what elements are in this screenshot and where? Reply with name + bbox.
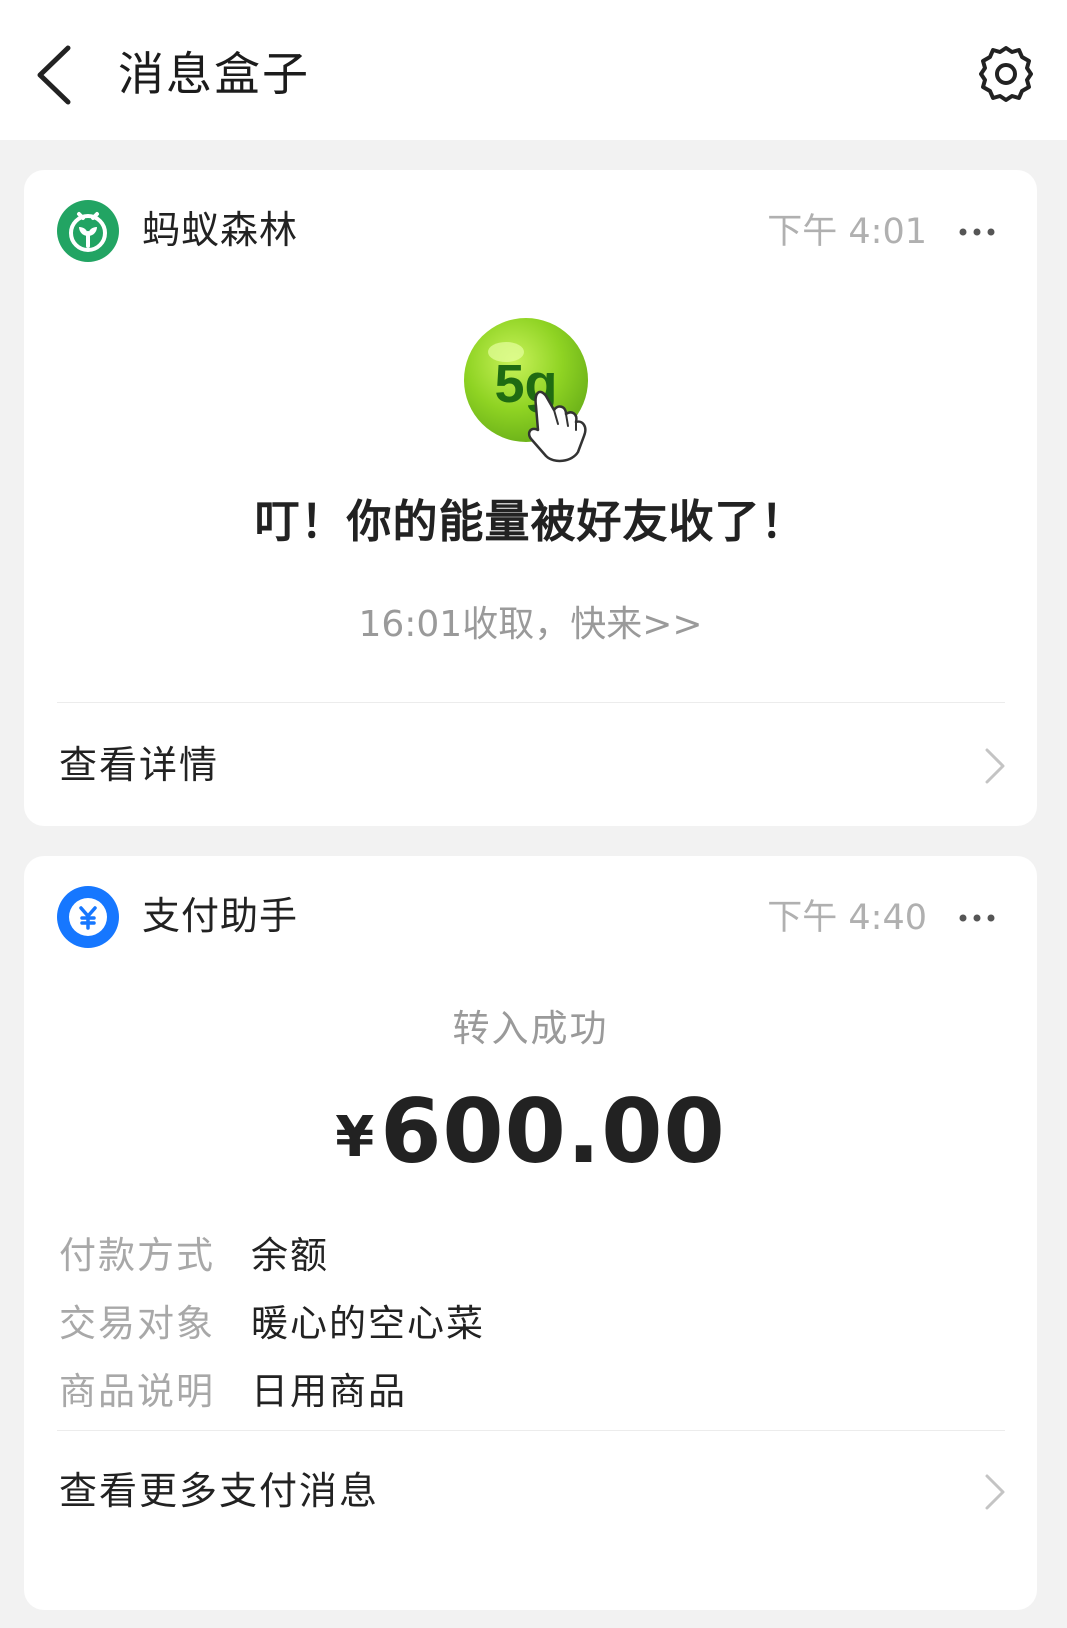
detail-row-counterparty: 交易对象 暖心的空心菜 [59, 1296, 959, 1364]
payment-amount: ¥600.00 [24, 1080, 1037, 1183]
card-divider [57, 702, 1005, 703]
energy-ball-image: 5g [454, 310, 634, 470]
view-details-label: 查看详情 [59, 743, 220, 787]
card-divider [57, 1430, 1005, 1431]
detail-label: 交易对象 [59, 1302, 215, 1345]
forest-collect-subtext[interactable]: 16:01收取，快来>> [24, 600, 1037, 650]
chevron-right-icon [979, 1472, 1009, 1512]
more-options-button[interactable] [957, 214, 997, 250]
more-dots-icon [959, 914, 995, 922]
detail-row-item-description: 商品说明 日用商品 [59, 1364, 959, 1432]
app-name: 蚂蚁森林 [142, 208, 299, 252]
page-title: 消息盒子 [118, 47, 310, 101]
view-more-payments-link[interactable]: 查看更多支付消息 [24, 1436, 1037, 1546]
payment-assistant-app-icon [57, 886, 119, 948]
detail-value: 暖心的空心菜 [251, 1302, 485, 1345]
forest-headline: 叮！你的能量被好友收了！ [254, 495, 807, 548]
detail-value: 日用商品 [251, 1370, 407, 1413]
payment-details-list: 付款方式 余额 交易对象 暖心的空心菜 商品说明 日用商品 [59, 1228, 959, 1432]
view-details-link[interactable]: 查看详情 [24, 710, 1037, 820]
payment-assistant-message-card: 支付助手 下午 4:40 转入成功 ¥600.00 付款方式 余额 交易对象 暖… [24, 856, 1037, 1610]
amount-value: 600.00 [380, 1080, 726, 1183]
view-more-payments-label: 查看更多支付消息 [59, 1469, 380, 1513]
gear-icon [979, 46, 1033, 102]
more-dots-icon [959, 228, 995, 236]
chevron-left-icon [37, 45, 71, 105]
detail-label: 商品说明 [59, 1370, 215, 1413]
detail-label: 付款方式 [59, 1234, 215, 1277]
more-options-button[interactable] [957, 900, 997, 936]
detail-value: 余额 [251, 1234, 329, 1277]
back-button[interactable] [28, 40, 88, 110]
settings-button[interactable] [974, 42, 1038, 106]
payment-status: 转入成功 [452, 1007, 609, 1050]
message-time: 下午 4:01 [767, 212, 927, 252]
detail-row-payment-method: 付款方式 余额 [59, 1228, 959, 1296]
ant-forest-message-card: 蚂蚁森林 下午 4:01 5g 叮！你的能量被好友收了！ 16:01收取，快来> [24, 170, 1037, 826]
header-bar: 消息盒子 [0, 0, 1067, 140]
message-time: 下午 4:40 [767, 898, 927, 938]
ant-forest-app-icon [57, 200, 119, 262]
currency-symbol: ¥ [335, 1105, 375, 1170]
chevron-right-icon [979, 746, 1009, 786]
app-name: 支付助手 [142, 894, 299, 938]
